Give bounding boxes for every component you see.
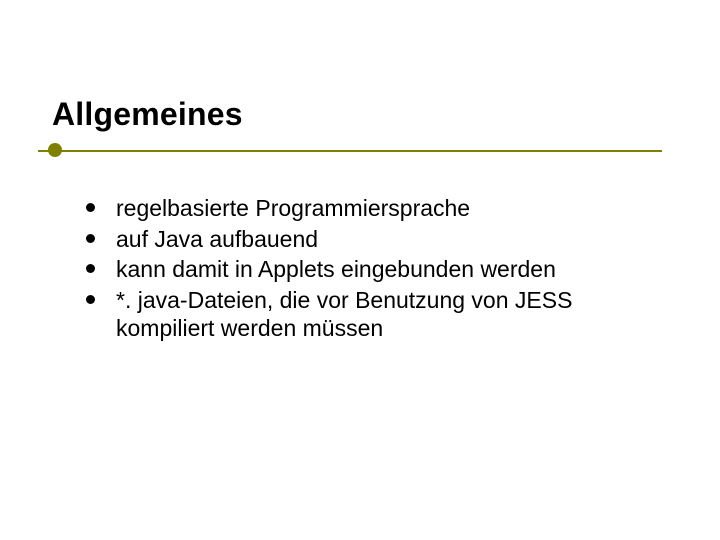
slide-title: Allgemeines — [52, 96, 243, 133]
list-item: auf Java aufbauend — [82, 225, 672, 254]
list-item: *. java-Dateien, die vor Benutzung von J… — [82, 286, 672, 343]
title-area: Allgemeines — [52, 96, 243, 133]
bullet-list: regelbasierte Programmiersprache auf Jav… — [82, 194, 672, 343]
bullet-text: auf Java aufbauend — [116, 226, 318, 252]
list-item: kann damit in Applets eingebunden werden — [82, 255, 672, 284]
bullet-text: regelbasierte Programmiersprache — [116, 195, 470, 221]
bullet-text: *. java-Dateien, die vor Benutzung von J… — [116, 287, 572, 342]
bullet-text: kann damit in Applets eingebunden werden — [116, 256, 556, 282]
content-area: regelbasierte Programmiersprache auf Jav… — [82, 194, 672, 345]
slide: Allgemeines regelbasierte Programmierspr… — [0, 0, 720, 540]
list-item: regelbasierte Programmiersprache — [82, 194, 672, 223]
horizontal-rule — [38, 150, 662, 152]
